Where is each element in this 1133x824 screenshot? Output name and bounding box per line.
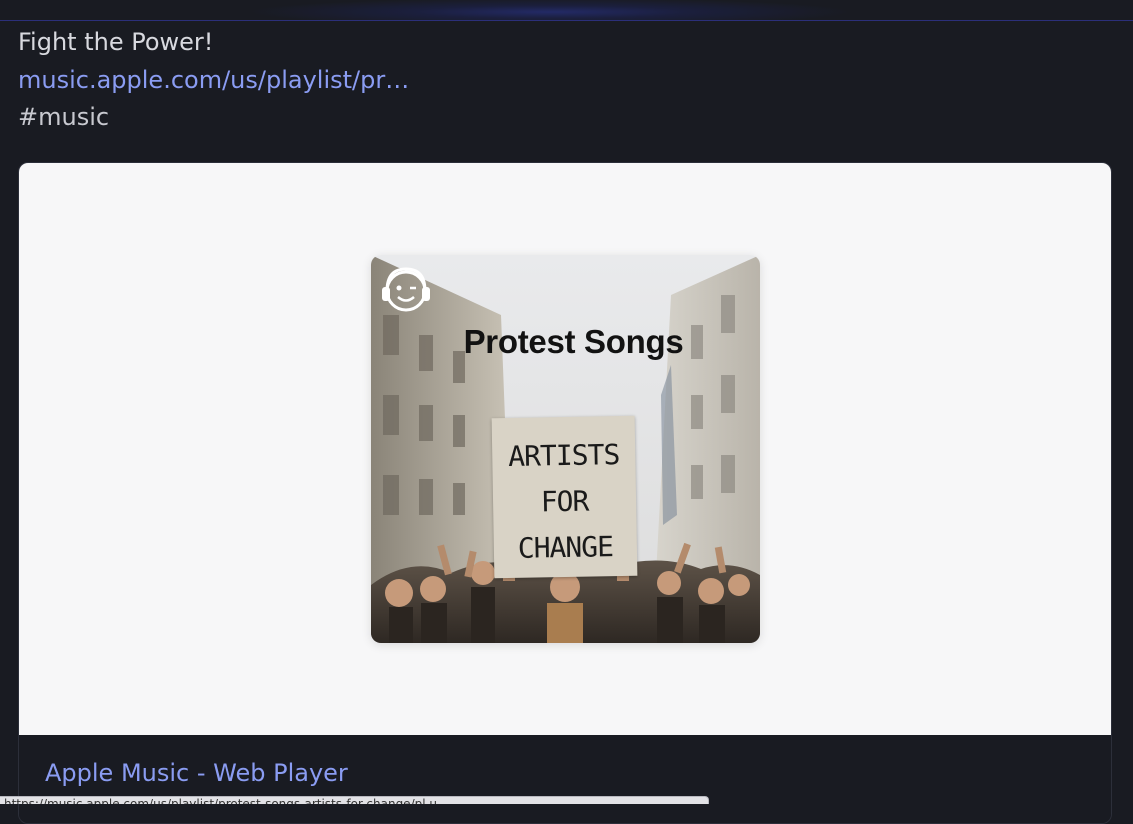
sign-line-2: FOR [540,484,589,519]
playlist-cover-art: Protest Songs ARTISTS FOR CHANGE [371,255,760,643]
card-title-link[interactable]: Apple Music - Web Player [45,759,348,787]
card-footer[interactable]: Apple Music - Web Player [19,735,1111,823]
post-link[interactable]: music.apple.com/us/playlist/pr… [18,62,409,100]
hashtag-link[interactable]: #music [18,99,409,137]
post-text: Fight the Power! [18,28,214,56]
status-bar-url: https://music.apple.com/us/playlist/prot… [0,796,709,804]
cover-title: Protest Songs [463,323,684,360]
headphones-face-icon [377,261,435,317]
protest-sign: ARTISTS FOR CHANGE [491,415,638,579]
top-bar [0,0,1133,21]
post-body: Fight the Power! music.apple.com/us/play… [18,24,409,137]
sign-line-1: ARTISTS [507,438,620,473]
sign-line-3: CHANGE [517,530,614,565]
link-preview-card[interactable]: Protest Songs ARTISTS FOR CHANGE Apple M… [18,162,1112,824]
preview-image-area[interactable]: Protest Songs ARTISTS FOR CHANGE [19,163,1111,735]
